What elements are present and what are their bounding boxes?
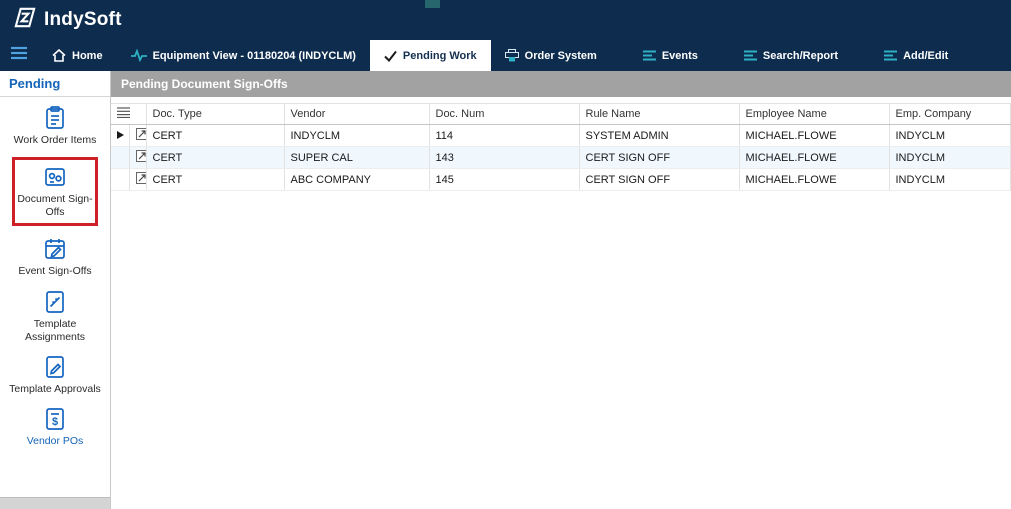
pending-documents-table: Doc. Type Vendor Doc. Num Rule Name Empl…	[111, 103, 1011, 191]
sidebar-item-label: Vendor POs	[27, 435, 84, 448]
current-row-indicator-cell	[111, 147, 129, 169]
open-document-icon	[136, 175, 147, 187]
nav-item-add-edit[interactable]: Add/Edit	[870, 40, 962, 71]
nav-item-label: Equipment View - 01180204 (INDYCLM)	[153, 50, 356, 62]
cell-emp-company: INDYCLM	[889, 125, 1011, 147]
cell-doc-type: CERT	[146, 147, 284, 169]
open-document-icon	[136, 153, 147, 165]
table-row[interactable]: CERT SUPER CAL 143 CERT SIGN OFF MICHAEL…	[111, 147, 1011, 169]
open-document-cell[interactable]	[129, 147, 146, 169]
nav-item-label: Order System	[525, 50, 597, 62]
cell-employee-name: MICHAEL.FLOWE	[739, 125, 889, 147]
nav-item-label: Home	[72, 50, 103, 62]
cell-employee-name: MICHAEL.FLOWE	[739, 147, 889, 169]
sidebar-item-template-approvals[interactable]: Template Approvals	[9, 354, 101, 396]
current-row-indicator-cell	[111, 125, 129, 147]
window-accent	[425, 0, 440, 8]
sidebar-item-document-sign-offs[interactable]: Document Sign-Offs	[12, 157, 98, 226]
column-header-doc-num[interactable]: Doc. Num	[429, 104, 579, 125]
current-row-marker-icon	[117, 131, 124, 139]
sidebar-item-label: Template Assignments	[9, 318, 101, 344]
column-header-rule-name[interactable]: Rule Name	[579, 104, 739, 125]
content-area: Pending Document Sign-Offs Doc. Type	[111, 71, 1011, 509]
sidebar-title: Pending	[0, 71, 110, 97]
cell-rule-name: SYSTEM ADMIN	[579, 125, 739, 147]
nav-item-label: Events	[662, 50, 698, 62]
hamburger-icon	[10, 46, 28, 65]
sidebar-items: Work Order Items Document Sign-Offs	[0, 97, 110, 497]
home-icon	[52, 49, 66, 62]
sidebar-item-label: Document Sign-Offs	[16, 193, 94, 219]
pending-sidebar: Pending Work Order Items	[0, 71, 111, 509]
cell-doc-type: CERT	[146, 125, 284, 147]
column-header-emp-company[interactable]: Emp. Company	[889, 104, 1011, 125]
cell-rule-name: CERT SIGN OFF	[579, 147, 739, 169]
equipment-waveform-icon	[131, 49, 147, 62]
cell-vendor: SUPER CAL	[284, 147, 429, 169]
sidebar-item-label: Work Order Items	[14, 134, 97, 147]
sidebar-item-label: Template Approvals	[9, 383, 101, 396]
check-icon	[384, 50, 397, 62]
sidebar-footer	[0, 497, 110, 509]
cell-doc-num: 143	[429, 147, 579, 169]
table-row[interactable]: CERT INDYCLM 114 SYSTEM ADMIN MICHAEL.FL…	[111, 125, 1011, 147]
app-title: IndySoft	[44, 9, 122, 31]
open-document-cell[interactable]	[129, 125, 146, 147]
cell-vendor: ABC COMPANY	[284, 169, 429, 191]
cell-doc-num: 114	[429, 125, 579, 147]
sidebar-item-event-sign-offs[interactable]: Event Sign-Offs	[9, 236, 101, 278]
nav-item-pending-work[interactable]: Pending Work	[370, 40, 491, 71]
cell-doc-num: 145	[429, 169, 579, 191]
indysoft-logo-icon	[12, 5, 37, 36]
column-header-doc-type[interactable]: Doc. Type	[146, 104, 284, 125]
top-brand-bar: IndySoft	[0, 0, 1011, 40]
cell-doc-type: CERT	[146, 169, 284, 191]
event-sign-offs-icon	[42, 236, 68, 262]
template-approvals-icon	[42, 354, 68, 380]
cell-rule-name: CERT SIGN OFF	[579, 169, 739, 191]
cell-vendor: INDYCLM	[284, 125, 429, 147]
cell-emp-company: INDYCLM	[889, 147, 1011, 169]
cell-emp-company: INDYCLM	[889, 169, 1011, 191]
vendor-pos-icon: $	[42, 406, 68, 432]
nav-item-order-system[interactable]: Order System	[491, 40, 611, 71]
sidebar-item-work-order-items[interactable]: Work Order Items	[9, 105, 101, 147]
sidebar-item-template-assignments[interactable]: Template Assignments	[9, 289, 101, 344]
sidebar-item-label: Event Sign-Offs	[18, 265, 91, 278]
list-lines-icon	[744, 50, 757, 61]
nav-item-label: Search/Report	[763, 50, 838, 62]
sidebar-item-vendor-pos[interactable]: $ Vendor POs	[9, 406, 101, 448]
template-assignments-icon	[42, 289, 68, 315]
current-row-indicator-cell	[111, 169, 129, 191]
menu-button[interactable]	[0, 40, 38, 71]
main-area: Pending Work Order Items	[0, 71, 1011, 509]
nav-item-events[interactable]: Events	[629, 40, 712, 71]
table-row[interactable]: CERT ABC COMPANY 145 CERT SIGN OFF MICHA…	[111, 169, 1011, 191]
open-document-icon	[136, 131, 147, 143]
list-lines-icon	[884, 50, 897, 61]
list-lines-icon	[643, 50, 656, 61]
work-order-items-icon	[42, 105, 68, 131]
app-logo: IndySoft	[12, 5, 122, 36]
nav-item-label: Pending Work	[403, 50, 477, 62]
nav-item-label: Add/Edit	[903, 50, 948, 62]
nav-bar: Home Equipment View - 01180204 (INDYCLM)…	[0, 40, 1011, 71]
nav-item-equipment-view[interactable]: Equipment View - 01180204 (INDYCLM)	[117, 40, 370, 71]
document-sign-offs-icon	[42, 164, 68, 190]
table-header-row: Doc. Type Vendor Doc. Num Rule Name Empl…	[111, 104, 1011, 125]
table-corner-button[interactable]	[111, 104, 146, 125]
nav-item-search-report[interactable]: Search/Report	[730, 40, 852, 71]
cell-employee-name: MICHAEL.FLOWE	[739, 169, 889, 191]
grid-menu-icon	[117, 109, 130, 121]
page-title: Pending Document Sign-Offs	[111, 71, 1011, 97]
nav-item-home[interactable]: Home	[38, 40, 117, 71]
open-document-cell[interactable]	[129, 169, 146, 191]
svg-text:$: $	[52, 416, 58, 428]
column-header-vendor[interactable]: Vendor	[284, 104, 429, 125]
order-system-icon	[505, 49, 519, 62]
column-header-employee-name[interactable]: Employee Name	[739, 104, 889, 125]
